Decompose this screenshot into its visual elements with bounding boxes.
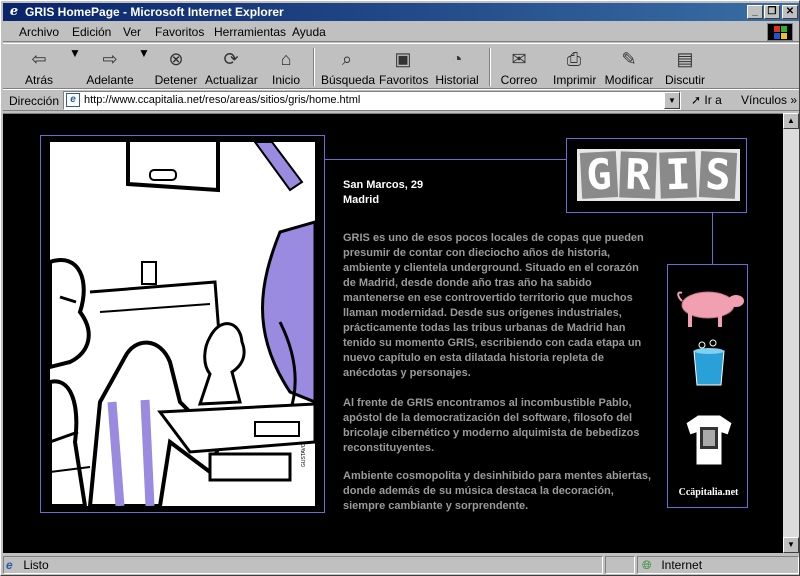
history-icon: ◔	[451, 49, 463, 69]
sidebar-icons-frame: Ccäpitalia.net	[667, 264, 748, 508]
windows-logo-icon	[767, 23, 793, 41]
bar-illustration: GUSTAVO	[50, 142, 315, 506]
page-content: GUSTAVO G R I S Ccäpitalia.net San Marco…	[3, 113, 783, 553]
description-paragraph-3: Ambiente cosmopolita y desinhibido para …	[343, 470, 652, 512]
menu-favoritos[interactable]: Favoritos	[155, 25, 204, 39]
menu-archivo[interactable]: Archivo	[19, 25, 59, 39]
pig-icon[interactable]	[677, 291, 744, 327]
printer-icon: ⎙	[566, 49, 582, 69]
home-icon: ⌂	[280, 49, 292, 69]
edit-icon: ✎	[621, 49, 637, 69]
menu-ayuda[interactable]: Ayuda	[292, 25, 326, 39]
go-arrow-icon: ➚	[691, 93, 702, 107]
tshirt-icon[interactable]	[685, 414, 733, 466]
bar-scene-drawing	[50, 142, 315, 506]
sidebar-icons	[677, 291, 744, 466]
history-button[interactable]: ◔ Historial	[435, 46, 479, 88]
title-bar: e GRIS HomePage - Microsoft Internet Exp…	[3, 3, 799, 21]
toolbar-separator	[313, 48, 315, 86]
status-segment	[605, 556, 635, 574]
connector-line	[712, 213, 713, 264]
home-button[interactable]: ⌂ Inicio	[269, 46, 303, 88]
back-dropdown-icon[interactable]: ▼	[69, 46, 81, 88]
logo-letter-g: G	[579, 149, 619, 200]
go-button[interactable]: ➚ Ir a	[691, 93, 722, 107]
address-bar: Dirección e http://www.ccapitalia.net/re…	[3, 89, 799, 111]
favorites-button[interactable]: ▣ Favoritos	[379, 46, 428, 88]
vertical-scrollbar[interactable]: ▲ ▼	[783, 113, 799, 553]
description-paragraph-2: Al frente de GRIS encontramos al incombu…	[343, 397, 640, 454]
illustration-frame: GUSTAVO	[40, 135, 325, 513]
page-status-icon: e	[6, 558, 13, 572]
address-label: Dirección	[9, 94, 60, 108]
menu-ver[interactable]: Ver	[123, 25, 141, 39]
status-bar: e Listo 🌐︎ Internet	[3, 555, 799, 575]
status-text-segment: e Listo	[3, 556, 603, 574]
ccapitalia-link[interactable]: Ccäpitalia.net	[668, 487, 749, 498]
gris-logo: G R I S	[577, 149, 740, 201]
stop-icon: ⊗	[168, 49, 184, 69]
forward-dropdown-icon[interactable]: ▼	[138, 46, 150, 88]
back-button[interactable]: ⇦ Atrás	[17, 46, 61, 88]
search-button[interactable]: ⌕ Búsqueda	[321, 46, 375, 88]
status-text: Listo	[23, 558, 49, 572]
venue-address: San Marcos, 29 Madrid	[343, 178, 423, 208]
window-title: GRIS HomePage - Microsoft Internet Explo…	[25, 5, 284, 19]
search-icon: ⌕	[341, 49, 353, 69]
address-dropdown-icon[interactable]: ▼	[664, 92, 680, 109]
ie-logo-icon: e	[9, 4, 19, 19]
back-arrow-icon: ⇦	[31, 49, 47, 69]
menu-bar: Archivo Edición Ver Favoritos Herramient…	[3, 22, 799, 42]
refresh-icon: ⟳	[223, 49, 239, 69]
edit-button[interactable]: ✎ Modificar	[604, 46, 654, 88]
globe-icon: 🌐︎	[642, 558, 652, 572]
mail-button[interactable]: ✉ Correo	[499, 46, 539, 88]
menu-edicion[interactable]: Edición	[72, 25, 111, 39]
close-button[interactable]: ✕	[782, 5, 798, 19]
gris-logo-frame: G R I S	[566, 138, 747, 213]
print-button[interactable]: ⎙ Imprimir	[553, 46, 596, 88]
ice-bucket-icon[interactable]	[693, 339, 725, 386]
logo-letter-r: R	[619, 150, 657, 199]
security-zone: Internet	[661, 558, 703, 572]
description-paragraph-1: GRIS es uno de esos pocos locales de cop…	[343, 232, 644, 379]
forward-arrow-icon: ⇨	[102, 49, 118, 69]
refresh-button[interactable]: ⟳ Actualizar	[205, 46, 258, 88]
illustration-signature: GUSTAVO	[301, 443, 307, 467]
street-address: San Marcos, 29	[343, 179, 424, 191]
address-url[interactable]: http://www.ccapitalia.net/reso/areas/sit…	[84, 94, 360, 106]
toolbar: ⇦ Atrás ▼ ⇨ Adelante ▼ ⊗ Detener ⟳ Actua…	[3, 43, 799, 89]
scroll-up-icon[interactable]: ▲	[783, 113, 799, 129]
logo-letter-s: S	[698, 149, 738, 200]
browser-window: e GRIS HomePage - Microsoft Internet Exp…	[0, 0, 800, 576]
chevron-right-icon: »	[790, 93, 798, 107]
forward-button[interactable]: ⇨ Adelante	[83, 46, 137, 88]
discuss-button[interactable]: ▤ Discutir	[663, 46, 707, 88]
security-zone-segment: 🌐︎ Internet	[637, 556, 799, 574]
scroll-down-icon[interactable]: ▼	[783, 537, 799, 553]
maximize-button[interactable]: ❐	[764, 5, 780, 19]
links-button[interactable]: Vínculos »	[741, 93, 797, 107]
page-icon: e	[66, 93, 80, 107]
stop-button[interactable]: ⊗ Detener	[153, 46, 199, 88]
logo-letter-i: I	[659, 150, 697, 199]
discuss-icon: ▤	[676, 49, 694, 69]
mail-icon: ✉	[511, 49, 527, 69]
favorites-folder-icon: ▣	[394, 49, 412, 69]
city: Madrid	[343, 194, 380, 206]
toolbar-separator	[489, 48, 491, 86]
connector-line	[325, 159, 566, 160]
address-input[interactable]: e http://www.ccapitalia.net/reso/areas/s…	[63, 91, 681, 110]
minimize-button[interactable]: _	[747, 5, 763, 19]
menu-herramientas[interactable]: Herramientas	[214, 25, 286, 39]
